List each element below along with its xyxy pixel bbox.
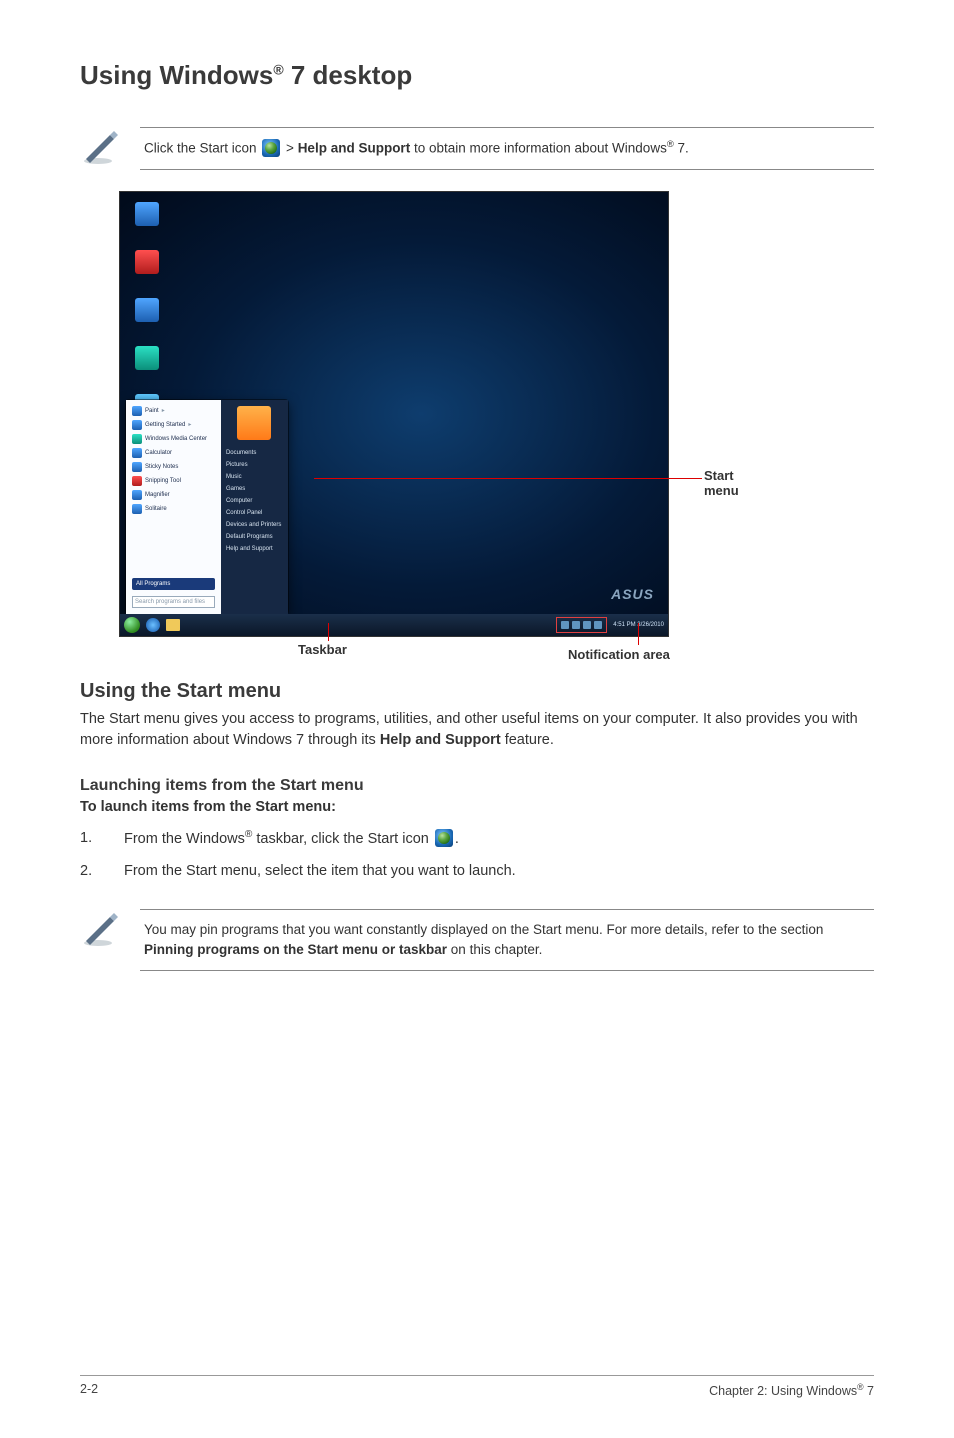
page-title: Using Windows® 7 desktop — [80, 60, 874, 91]
start-menu-right-pane: Documents Pictures Music Games Computer … — [221, 400, 288, 614]
user-avatar-icon — [237, 406, 271, 440]
start-menu-left-pane: Paint▸ Getting Started▸ Windows Media Ce… — [126, 400, 221, 614]
title-pre: Using Windows — [80, 60, 273, 90]
start-button-icon — [124, 617, 140, 633]
desktop-icon — [130, 346, 164, 386]
bottom-note-text: You may pin programs that you want const… — [140, 909, 874, 972]
desktop-screenshot-figure: ASUS Paint▸ Getting Started▸ Windows Med… — [120, 192, 874, 662]
step-item: 2. From the Start menu, select the item … — [80, 860, 874, 882]
asus-logo: ASUS — [611, 586, 654, 602]
desktop-icon — [130, 250, 164, 290]
footer-chapter: Chapter 2: Using Windows® 7 — [709, 1382, 874, 1398]
start-orb-icon — [262, 139, 280, 157]
callout-line — [328, 623, 329, 641]
callout-notification-area: Notification area — [568, 647, 670, 662]
windows7-desktop-screenshot: ASUS Paint▸ Getting Started▸ Windows Med… — [120, 192, 668, 636]
bottom-note: You may pin programs that you want const… — [80, 901, 874, 980]
footer-page-number: 2-2 — [80, 1382, 98, 1398]
note-pencil-icon — [80, 127, 120, 167]
top-note-text: Click the Start icon > Help and Support … — [140, 127, 874, 170]
note-pencil-icon — [80, 909, 120, 949]
step-item: 1. From the Windows® taskbar, click the … — [80, 827, 874, 850]
launch-items-subhead: To launch items from the Start menu: — [80, 799, 874, 815]
callout-taskbar: Taskbar — [298, 642, 347, 657]
callout-line — [314, 478, 702, 479]
taskbar: 4:51 PM 3/26/2010 — [120, 614, 668, 636]
callout-start-menu: Start menu — [704, 468, 764, 498]
start-menu-description: The Start menu gives you access to progr… — [80, 709, 874, 751]
start-orb-icon — [435, 829, 453, 847]
section-heading-start-menu: Using the Start menu — [80, 680, 874, 703]
all-programs: All Programs — [132, 578, 215, 590]
title-post: 7 desktop — [284, 60, 413, 90]
start-menu-panel: Paint▸ Getting Started▸ Windows Media Ce… — [126, 400, 288, 614]
subsection-heading-launching: Launching items from the Start menu — [80, 777, 874, 795]
ie-icon — [146, 618, 160, 632]
explorer-icon — [166, 619, 180, 631]
desktop-icon — [130, 298, 164, 338]
desktop-icon — [130, 202, 164, 242]
page-footer: 2-2 Chapter 2: Using Windows® 7 — [80, 1375, 874, 1398]
start-search-input: Search programs and files — [132, 596, 215, 608]
notification-tray — [556, 617, 607, 633]
title-sup: ® — [273, 61, 283, 77]
launch-steps: 1. From the Windows® taskbar, click the … — [80, 827, 874, 883]
callout-line — [638, 623, 639, 645]
top-note: Click the Start icon > Help and Support … — [80, 119, 874, 178]
